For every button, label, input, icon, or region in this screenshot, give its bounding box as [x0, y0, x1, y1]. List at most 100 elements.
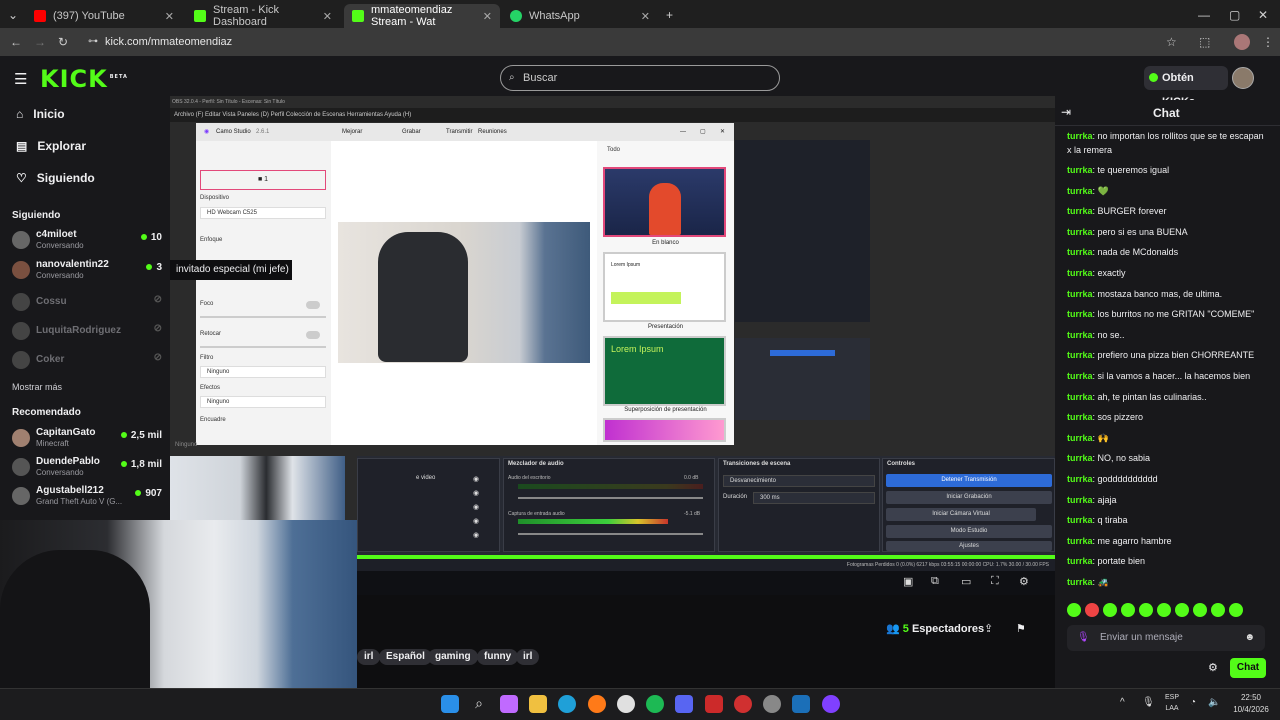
obs-icon[interactable] [763, 695, 781, 713]
taskbar-clock[interactable]: 22:50 10/4/2026 [1226, 692, 1276, 716]
site-info-icon[interactable]: ⊶ [88, 32, 98, 52]
new-tab-icon[interactable]: + [666, 5, 673, 25]
volume-slider[interactable] [518, 497, 703, 499]
chat-username[interactable]: turrka [1067, 268, 1093, 278]
tab-whatsapp[interactable]: WhatsApp ✕ [502, 4, 658, 28]
discord-icon[interactable] [675, 695, 693, 713]
chat-username[interactable]: turrka [1067, 392, 1093, 402]
edge-icon[interactable] [558, 695, 576, 713]
following-channel[interactable]: nanovalentin22 Conversando 3 [12, 258, 162, 282]
stream-tag[interactable]: irl [516, 649, 540, 665]
tab-kick-dashboard[interactable]: Stream - Kick Dashboard ✕ [186, 4, 340, 28]
extensions-icon[interactable]: ⬚ [1199, 32, 1210, 52]
volume-slider[interactable] [518, 533, 703, 535]
browser-menu-icon[interactable]: ⋮ [1262, 32, 1274, 52]
recommended-channel[interactable]: DuendePablo Conversando 1,8 mil [12, 455, 162, 479]
theater-mode-icon[interactable]: ▣ [903, 575, 913, 588]
chat-username[interactable]: turrka [1067, 495, 1093, 505]
reload-icon[interactable]: ↻ [58, 32, 68, 52]
chat-username[interactable]: turrka [1067, 227, 1093, 237]
tab-youtube[interactable]: (397) YouTube ✕ [26, 4, 182, 28]
pip-icon[interactable]: ▭ [961, 575, 971, 588]
camo-tab[interactable]: Transmitir [446, 123, 472, 141]
get-kicks-button[interactable]: Obtén KICKs [1144, 66, 1228, 108]
transition-select[interactable]: Desvanecimiento [723, 475, 875, 487]
kick-logo[interactable]: KICK BETA [40, 65, 128, 93]
foco-slider[interactable] [200, 316, 326, 318]
user-avatar[interactable] [1232, 67, 1254, 89]
hamburger-menu-icon[interactable]: ☰ [14, 70, 27, 88]
device-select[interactable]: HD Webcam C525 [200, 207, 326, 219]
chat-username[interactable]: turrka [1067, 371, 1093, 381]
overlay-thumb[interactable] [603, 167, 726, 237]
chat-input[interactable]: 🎙 Enviar un mensaje ☻ [1067, 625, 1265, 651]
camera-slot[interactable]: ■ 1 [200, 170, 326, 190]
filtro-select[interactable]: Ninguno [200, 366, 326, 378]
emote-bar[interactable] [1067, 603, 1267, 617]
steam-icon[interactable] [792, 695, 810, 713]
chat-username[interactable]: turrka [1067, 131, 1093, 141]
efectos-select[interactable]: Ninguno [200, 396, 326, 408]
visibility-icon[interactable]: ◉ [473, 517, 479, 525]
firefox-icon[interactable] [588, 695, 606, 713]
stream-tag[interactable]: funny [477, 649, 519, 665]
overlay-thumb[interactable]: Lorem Ipsum [603, 252, 726, 322]
tray-chevron-icon[interactable]: ^ [1120, 697, 1125, 708]
share-icon[interactable]: ⇪ [984, 622, 993, 635]
following-channel[interactable]: Coker ⊘ [12, 348, 162, 372]
maximize-icon[interactable]: ▢ [700, 123, 706, 141]
camo-tab[interactable]: Mejorar [342, 123, 362, 141]
settings-button[interactable]: Ajustes [886, 541, 1052, 551]
bookmark-star-icon[interactable]: ☆ [1166, 32, 1177, 52]
start-recording-button[interactable]: Iniciar Grabación [886, 491, 1052, 504]
settings-gear-icon[interactable]: ⚙ [1019, 575, 1029, 588]
close-window-icon[interactable]: ✕ [1258, 5, 1268, 25]
following-channel[interactable]: LuquitaRodriguez ⊘ [12, 319, 162, 343]
app-icon[interactable] [734, 695, 752, 713]
chat-username[interactable]: turrka [1067, 165, 1093, 175]
chat-username[interactable]: turrka [1067, 330, 1093, 340]
nav-following[interactable]: ♡ Siguiendo [16, 171, 95, 185]
retocar-toggle[interactable] [306, 331, 320, 339]
chat-username[interactable]: turrka [1067, 556, 1093, 566]
retocar-slider[interactable] [200, 346, 326, 348]
close-icon[interactable]: ✕ [720, 123, 725, 141]
visibility-icon[interactable]: ◉ [473, 503, 479, 511]
chat-username[interactable]: turrka [1067, 474, 1093, 484]
chat-username[interactable]: turrka [1067, 412, 1093, 422]
chat-username[interactable]: turrka [1067, 206, 1093, 216]
chat-username[interactable]: turrka [1067, 453, 1093, 463]
chat-username[interactable]: turrka [1067, 247, 1093, 257]
chrome-icon[interactable] [617, 695, 635, 713]
close-icon[interactable]: ✕ [323, 10, 332, 23]
language-indicator[interactable]: ESP LAA [1160, 692, 1184, 714]
nav-explore[interactable]: ▤ Explorar [16, 139, 86, 153]
address-bar[interactable]: kick.com/mmateomendiaz [80, 32, 1190, 52]
search-input[interactable]: ⌕ Buscar [500, 65, 780, 91]
overlay-thumb[interactable]: Lorem Ipsum [603, 336, 726, 406]
stop-streaming-button[interactable]: Detener Transmisión [886, 474, 1052, 487]
tab-kick-stream[interactable]: mmateomendiaz Stream - Wat ✕ [344, 4, 500, 28]
report-icon[interactable]: ⚑ [1016, 622, 1026, 635]
visibility-icon[interactable]: ◉ [473, 531, 479, 539]
chat-username[interactable]: turrka [1067, 350, 1093, 360]
duration-input[interactable]: 300 ms [753, 492, 875, 504]
network-icon[interactable]: ◔ [1190, 697, 1196, 708]
clip-icon[interactable]: ⧉ [931, 575, 939, 588]
copilot-icon[interactable] [500, 695, 518, 713]
chat-username[interactable]: turrka [1067, 289, 1093, 299]
emoji-icon[interactable]: ☻ [1244, 625, 1255, 651]
overlay-thumb[interactable] [603, 418, 726, 442]
spotify-icon[interactable] [646, 695, 664, 713]
forward-icon[interactable]: → [34, 32, 46, 52]
start-virtual-camera-button[interactable]: Iniciar Cámara Virtual [886, 508, 1036, 521]
stream-tag[interactable]: Español [379, 649, 432, 665]
camo-icon[interactable] [822, 695, 840, 713]
collapse-chat-icon[interactable]: ⇥ [1061, 105, 1071, 119]
camo-tab[interactable]: Grabar [402, 123, 421, 141]
fullscreen-icon[interactable]: ⛶ [991, 575, 999, 588]
app-icon[interactable] [705, 695, 723, 713]
chat-username[interactable]: turrka [1067, 309, 1093, 319]
chat-settings-icon[interactable]: ⚙ [1208, 661, 1218, 674]
mic-tray-icon[interactable]: 🎙 [1142, 697, 1155, 708]
